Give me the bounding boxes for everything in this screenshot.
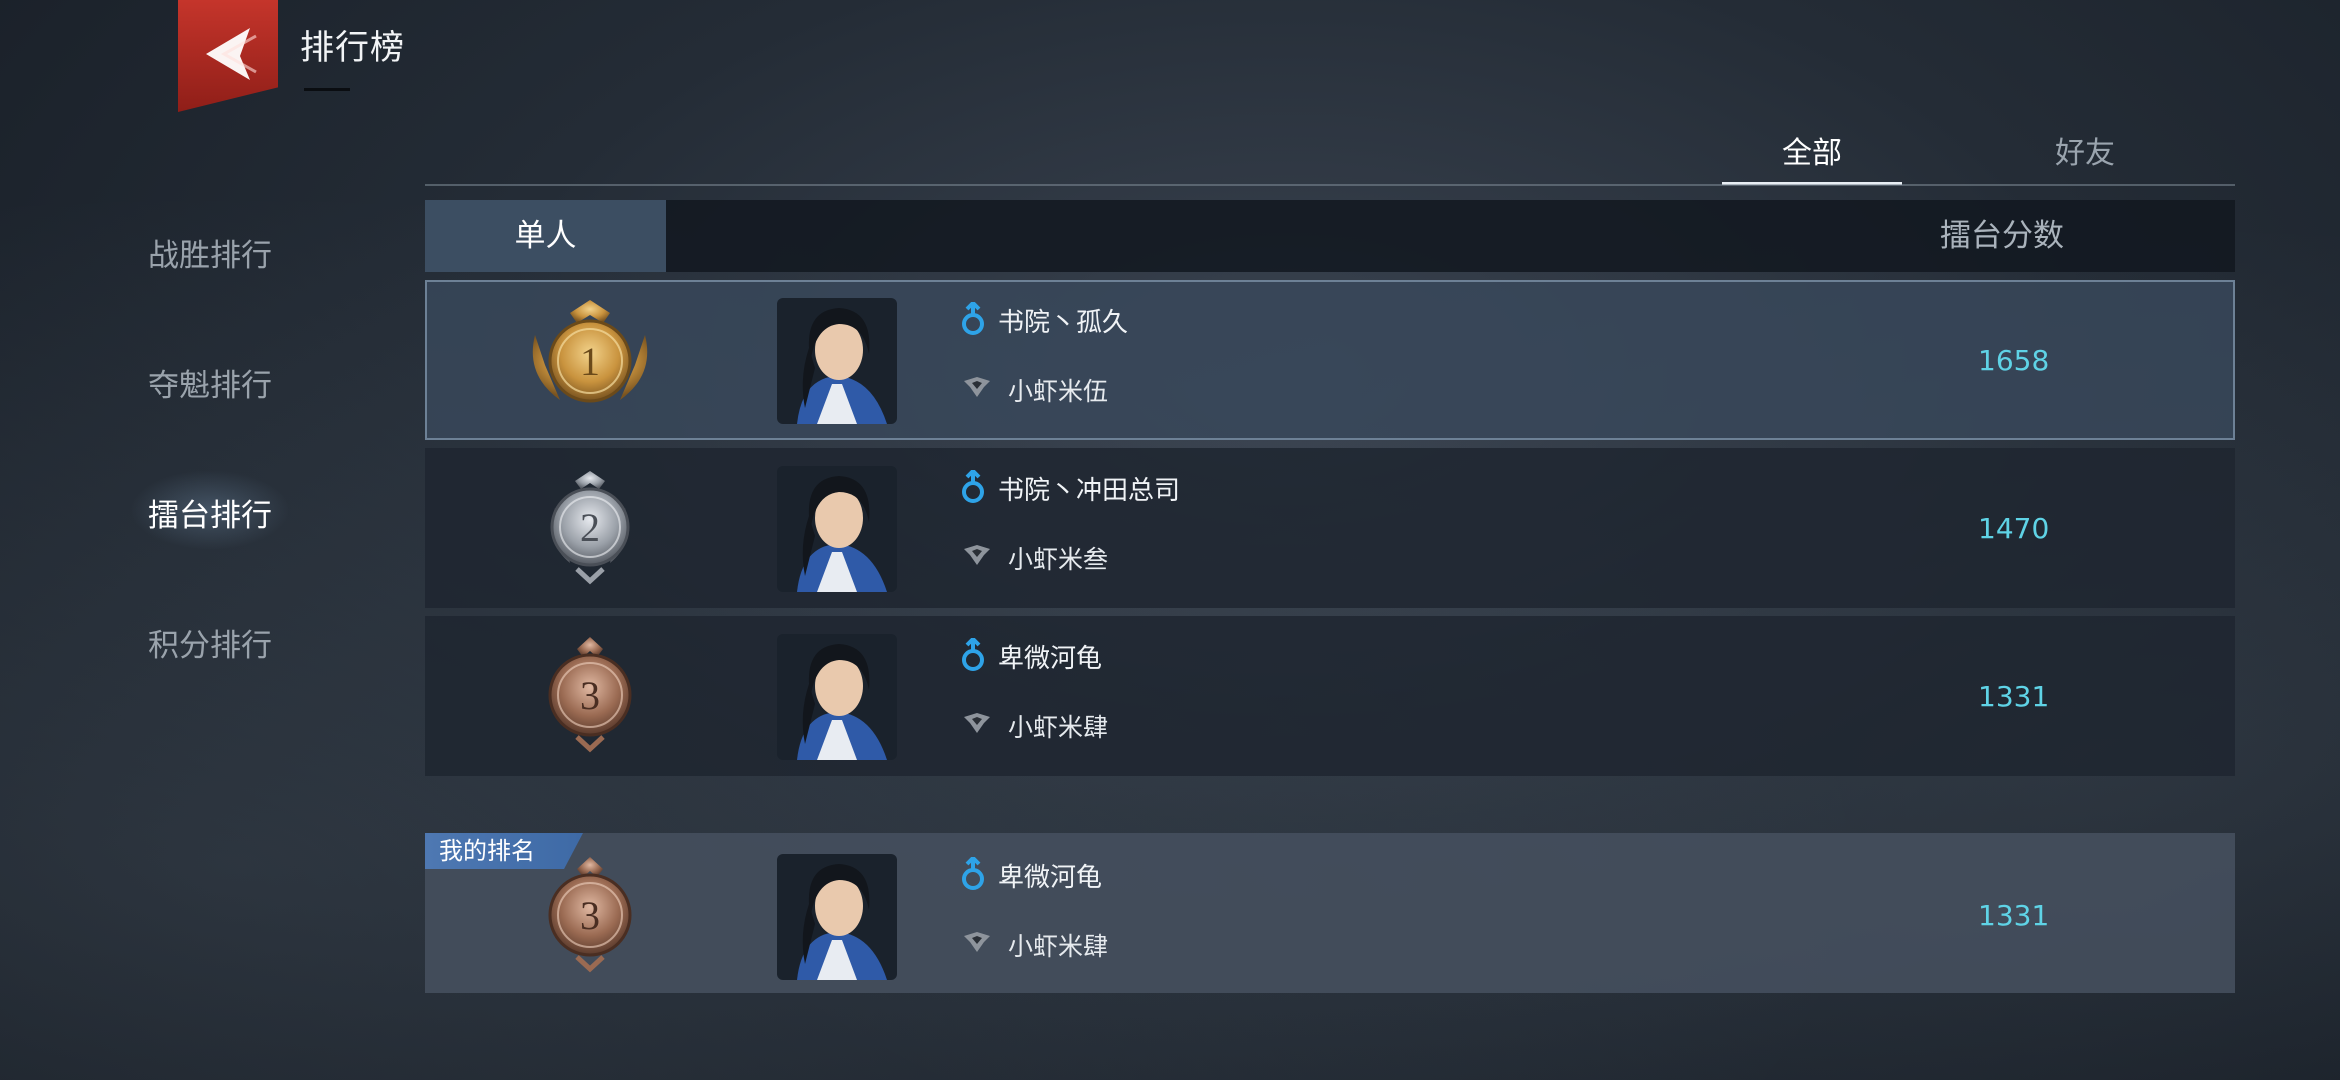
rank-number: 2 — [580, 505, 600, 550]
guild-emblem-icon — [964, 932, 990, 952]
ranking-row-3[interactable] — [425, 616, 2235, 776]
rank-medal-icon: 1 — [532, 300, 648, 403]
page-title: 排行榜 — [300, 28, 405, 68]
guild-name: 小虾米肆 — [1008, 932, 1109, 961]
male-icon — [962, 470, 984, 503]
tab-solo[interactable]: 单人 — [425, 200, 666, 272]
rank-medal-icon: 3 — [548, 857, 632, 973]
rank-number: 1 — [580, 339, 600, 384]
ranking-row-1[interactable] — [425, 280, 2235, 440]
back-chevron-icon — [206, 28, 257, 80]
sidebar-item-victory-ranking[interactable]: 战胜排行 — [148, 230, 272, 275]
sidebar-item-arena-ranking[interactable]: 擂台排行 — [148, 490, 272, 535]
guild-name: 小虾米伍 — [1008, 377, 1109, 406]
tab-all[interactable]: 全部 — [1722, 132, 1902, 185]
character-portrait[interactable] — [777, 854, 897, 980]
sidebar-item-champion-ranking[interactable]: 夺魁排行 — [148, 360, 272, 405]
guild-emblem-icon — [964, 377, 990, 397]
arena-score: 1331 — [1978, 680, 2050, 713]
rank-number: 3 — [580, 893, 600, 938]
ranking-row-2[interactable] — [425, 448, 2235, 608]
tab-friends[interactable]: 好友 — [1995, 132, 2175, 182]
arena-score: 1331 — [1978, 899, 2050, 932]
character-portrait[interactable] — [777, 634, 897, 760]
player-name: 卑微河龟 — [998, 863, 1103, 893]
tabs-divider — [425, 184, 2235, 186]
arena-score: 1658 — [1978, 344, 2050, 377]
my-rank-row[interactable] — [425, 833, 2235, 993]
rank-medal-icon: 2 — [550, 471, 630, 585]
rank-number: 3 — [580, 673, 600, 718]
player-name: 书院丶孤久 — [998, 308, 1129, 338]
player-name: 卑微河龟 — [998, 644, 1103, 674]
character-portrait[interactable] — [777, 466, 897, 592]
sidebar-item-points-ranking[interactable]: 积分排行 — [148, 620, 272, 665]
male-icon — [962, 857, 984, 890]
player-name: 书院丶冲田总司 — [998, 476, 1181, 506]
column-header-arena-score: 擂台分数 — [1940, 218, 2064, 254]
guild-emblem-icon — [964, 713, 990, 733]
title-underline — [304, 88, 350, 91]
guild-name: 小虾米叁 — [1008, 545, 1109, 574]
male-icon — [962, 638, 984, 671]
rank-medal-icon: 3 — [548, 637, 632, 753]
arena-score: 1470 — [1978, 512, 2050, 545]
guild-name: 小虾米肆 — [1008, 713, 1109, 742]
male-icon — [962, 302, 984, 335]
back-button[interactable] — [178, 0, 278, 112]
character-portrait[interactable] — [777, 298, 897, 424]
guild-emblem-icon — [964, 545, 990, 565]
